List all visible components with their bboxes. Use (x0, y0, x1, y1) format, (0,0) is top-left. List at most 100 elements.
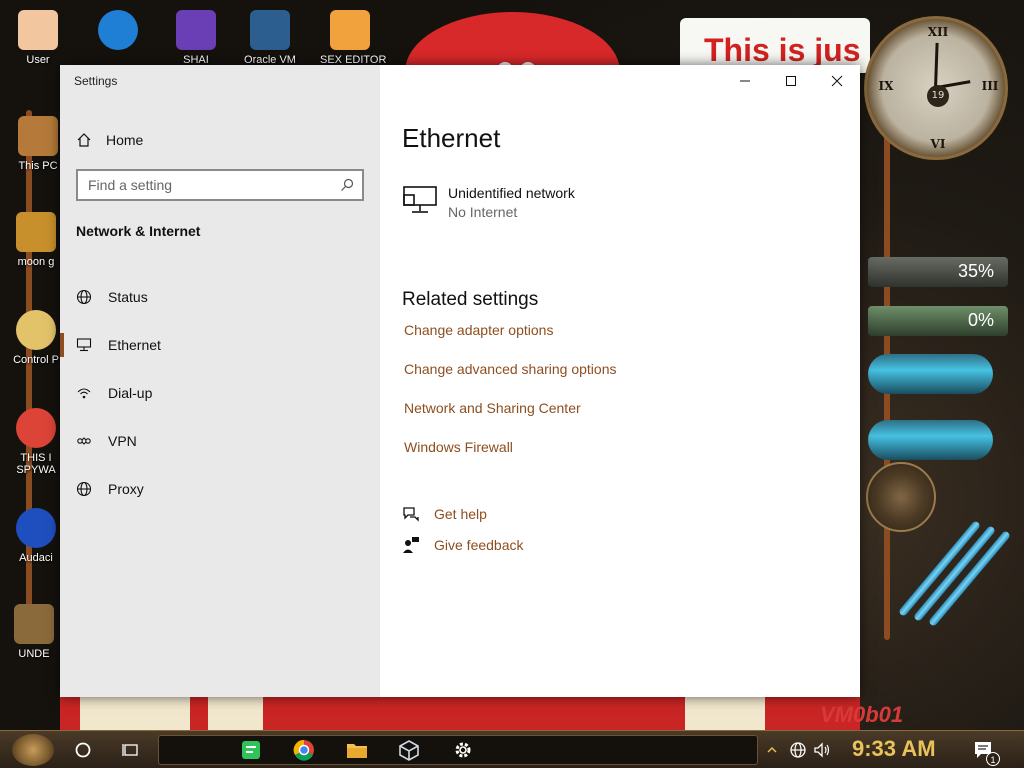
show-hidden-icons-button[interactable] (765, 738, 779, 762)
window-title: Settings (74, 74, 118, 88)
home-link[interactable]: Home (76, 129, 143, 151)
wallpaper-tube (868, 420, 993, 460)
start-button[interactable] (12, 734, 54, 766)
network-item[interactable]: Unidentified network No Internet (402, 185, 575, 220)
minimize-button[interactable] (722, 65, 768, 97)
chevron-up-icon (767, 747, 777, 753)
wallpaper-pipe (897, 520, 982, 618)
network-info: Unidentified network No Internet (448, 185, 575, 220)
desktop-icon-edge[interactable] (88, 10, 148, 54)
audacity-icon (16, 508, 56, 548)
virtualbox-icon (250, 10, 290, 50)
sidebar-nav: Status Ethernet Dial-up VPN Proxy (60, 273, 380, 513)
network-tray-button[interactable] (786, 738, 810, 762)
wallpaper-cream (685, 697, 765, 730)
taskbar-app-explorer[interactable] (345, 738, 369, 762)
app-icon (14, 604, 54, 644)
sidebar-item-ethernet[interactable]: Ethernet (60, 321, 380, 369)
cpu-gauge: 35% (868, 257, 1008, 287)
sidebar-item-vpn[interactable]: VPN (60, 417, 380, 465)
wallpaper-bottom-band (60, 697, 860, 730)
notes-icon (242, 741, 260, 759)
change-adapter-options-link[interactable]: Change adapter options (404, 322, 553, 338)
search-input[interactable] (88, 177, 340, 193)
minimize-icon (740, 80, 750, 82)
desktop-icon-user[interactable]: User (8, 10, 68, 66)
desktop-icon-virtualbox[interactable]: Oracle VM (240, 10, 300, 66)
task-view-icon (122, 744, 138, 756)
moon-icon (16, 212, 56, 252)
page-title: Ethernet (402, 123, 501, 153)
cortana-button[interactable] (71, 738, 95, 762)
memory-gauge: 0% (868, 306, 1008, 336)
desktop-icon-audacity[interactable]: Audaci (6, 508, 66, 564)
get-help-label: Get help (434, 506, 487, 522)
notification-center-button[interactable]: 1 (972, 738, 1000, 766)
desktop-icon-chrome[interactable]: THIS I SPYWA (6, 408, 66, 476)
taskbar: 9:33 AM 1 (0, 730, 1024, 768)
wallpaper-pipe (912, 525, 997, 623)
sidebar-item-label: Proxy (108, 481, 144, 497)
give-feedback-label: Give feedback (434, 537, 524, 553)
clock-numeral: IX (878, 79, 894, 93)
help-chat-icon (403, 507, 419, 522)
sidebar-item-proxy[interactable]: Proxy (60, 465, 380, 513)
desktop-icon-control-panel[interactable]: Control P (6, 310, 66, 366)
maximize-button[interactable] (768, 65, 814, 97)
network-sharing-center-link[interactable]: Network and Sharing Center (404, 400, 581, 416)
clock-numeral: XII (927, 25, 949, 39)
lightbulb-icon (16, 310, 56, 350)
folder-icon (347, 744, 367, 758)
sidebar-item-label: Dial-up (108, 385, 153, 401)
globe-icon (76, 481, 92, 497)
section-title: Network & Internet (76, 223, 201, 239)
search-box[interactable] (76, 169, 364, 201)
clock-minute-hand (934, 42, 939, 89)
sidebar-item-label: Status (108, 289, 148, 305)
cortana-icon (75, 742, 91, 758)
taskbar-app-chrome[interactable] (292, 738, 316, 762)
wallpaper-gear (866, 462, 936, 532)
sidebar-item-label: Ethernet (108, 337, 161, 353)
close-button[interactable] (814, 65, 860, 97)
related-settings-title: Related settings (402, 289, 539, 310)
globe-icon (76, 289, 92, 305)
sidebar-item-label: VPN (108, 433, 137, 449)
desktop-clock-widget: XII III VI IX 19 (864, 16, 1008, 160)
taskbar-app-settings[interactable] (451, 738, 475, 762)
desktop-icon-unde[interactable]: UNDE (4, 604, 64, 660)
ethernet-icon (76, 338, 92, 352)
gauge-percent: 0% (967, 310, 994, 330)
settings-sidebar: Settings Home Network & Internet (60, 65, 380, 697)
clock-numeral: VI (930, 137, 946, 151)
windows-firewall-link[interactable]: Windows Firewall (404, 439, 513, 455)
home-icon (77, 133, 91, 147)
wallpaper-label: VM0b01 (820, 702, 904, 727)
clock-numeral: III (981, 79, 999, 93)
taskbar-app-notes[interactable] (239, 738, 263, 762)
taskbar-clock[interactable]: 9:33 AM (852, 736, 936, 762)
desktop-icon-visual-studio[interactable]: SHAI (166, 10, 226, 66)
sidebar-item-status[interactable]: Status (60, 273, 380, 321)
desktop-icon-hex-editor[interactable]: SEX EDITOR (320, 10, 386, 66)
wallpaper-cream (208, 697, 263, 730)
speaker-icon (814, 742, 830, 758)
get-help-link[interactable]: Get help (402, 505, 487, 523)
desktop-icon-moon[interactable]: moon g (6, 212, 66, 268)
gauge-percent: 35% (957, 261, 994, 281)
sidebar-item-dialup[interactable]: Dial-up (60, 369, 380, 417)
virtualbox-icon (399, 740, 419, 761)
task-view-button[interactable] (119, 738, 143, 762)
taskbar-app-virtualbox[interactable] (397, 738, 421, 762)
computer-icon (18, 116, 58, 156)
settings-content: Ethernet Unidentified network No Interne… (380, 65, 860, 697)
gear-icon (455, 742, 471, 758)
ethernet-network-icon (403, 186, 437, 213)
chrome-icon (293, 739, 314, 761)
wallpaper-pipe (927, 530, 1012, 628)
volume-tray-button[interactable] (810, 738, 834, 762)
change-advanced-sharing-link[interactable]: Change advanced sharing options (404, 361, 617, 377)
maximize-icon (786, 76, 796, 86)
desktop-icon-this-pc[interactable]: This PC (8, 116, 68, 172)
give-feedback-link[interactable]: Give feedback (402, 536, 524, 554)
